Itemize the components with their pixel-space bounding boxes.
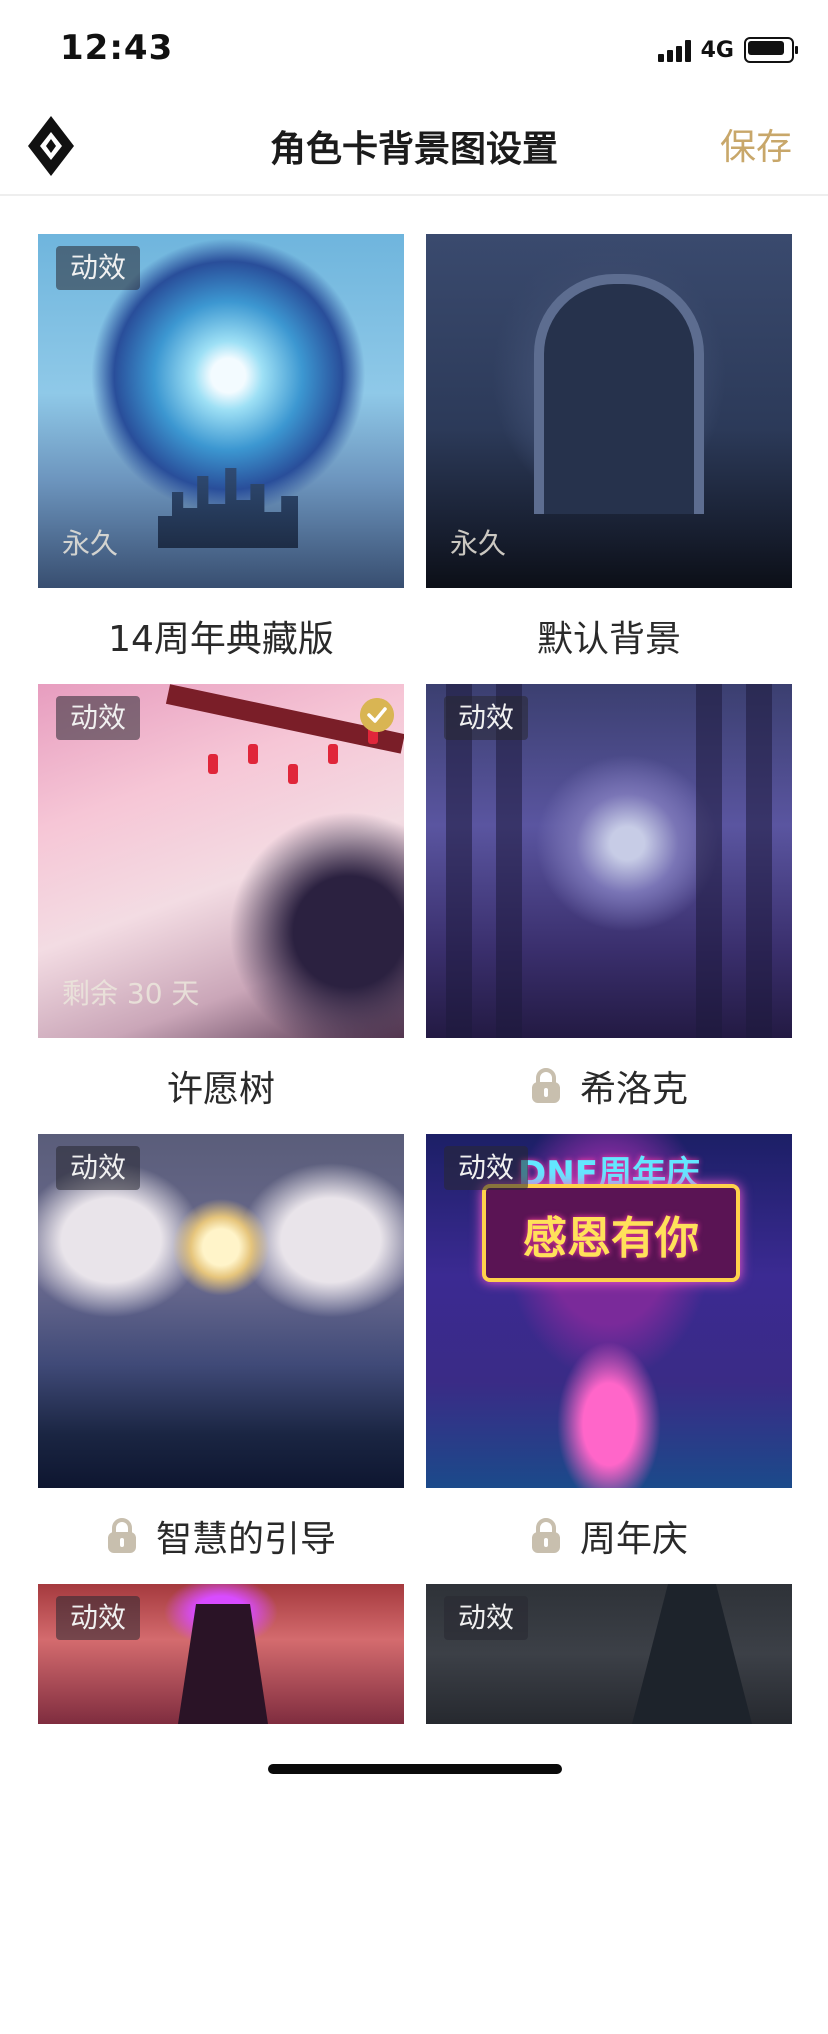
page-title: 角色卡背景图设置 (269, 129, 558, 170)
status-bar: 12:43 4G (0, 0, 828, 100)
card-title: 默认背景 (536, 619, 681, 660)
banner-main-text: 感恩有你 (523, 1213, 699, 1264)
lock-icon (107, 1518, 136, 1553)
card-title: 许愿树 (166, 1069, 275, 1110)
save-button[interactable]: 保存 (720, 118, 792, 170)
lock-icon (531, 1068, 560, 1103)
background-card[interactable]: 动效 (426, 1584, 792, 2034)
status-time: 12:43 (60, 28, 174, 68)
background-card[interactable]: 动效 希洛克 (426, 684, 792, 1134)
card-title-row: 周年庆 (426, 1506, 792, 1566)
card-thumbnail[interactable]: 动效 (426, 684, 792, 1038)
card-thumbnail[interactable]: 永久 (426, 234, 792, 588)
background-card[interactable]: 永久 默认背景 (426, 234, 792, 684)
lock-icon (531, 1518, 560, 1553)
dynamic-badge: 动效 (56, 1146, 141, 1190)
card-title-row: 智慧的引导 (38, 1506, 404, 1566)
dynamic-badge: 动效 (444, 1146, 529, 1190)
card-title-row: 许愿树 (38, 1056, 404, 1116)
network-label: 4G (700, 37, 734, 63)
card-title-row: 默认背景 (426, 606, 792, 666)
status-indicators: 4G (657, 36, 798, 64)
card-title: 智慧的引导 (155, 1519, 336, 1560)
card-title: 希洛克 (579, 1069, 688, 1110)
home-indicator[interactable] (268, 1764, 562, 1774)
background-card[interactable]: 动效 智慧的引导 (38, 1134, 404, 1584)
background-card[interactable]: 动效 (38, 1584, 404, 2034)
dynamic-badge: 动效 (56, 1596, 141, 1640)
card-title: 14周年典藏版 (108, 619, 334, 660)
card-title-row: 希洛克 (426, 1056, 792, 1116)
signal-icon (657, 38, 691, 62)
card-thumbnail[interactable]: 动效 永久 (38, 234, 404, 588)
duration-label: 永久 (450, 527, 507, 560)
background-card[interactable]: 动效 永久 14周年典藏版 (38, 234, 404, 684)
battery-icon (744, 37, 798, 63)
nav-header: 角色卡背景图设置 保存 (0, 100, 828, 196)
card-thumbnail[interactable]: 动效 (426, 1584, 792, 1724)
card-title: 周年庆 (579, 1519, 688, 1560)
dynamic-badge: 动效 (56, 246, 141, 290)
dynamic-badge: 动效 (444, 1596, 529, 1640)
dynamic-badge: 动效 (56, 696, 141, 740)
duration-label: 剩余 30 天 (62, 977, 200, 1010)
card-thumbnail[interactable]: 动效 (38, 1134, 404, 1488)
card-title-row: 14周年典藏版 (38, 606, 404, 666)
duration-label: 永久 (62, 527, 119, 560)
background-card[interactable]: DNF周年庆 感恩有你 动效 周年庆 (426, 1134, 792, 1584)
dynamic-badge: 动效 (444, 696, 529, 740)
check-icon (360, 698, 394, 732)
background-card[interactable]: 动效 剩余 30 天 许愿树 (38, 684, 404, 1134)
card-thumbnail[interactable]: DNF周年庆 感恩有你 动效 (426, 1134, 792, 1488)
neon-sign: 感恩有你 (482, 1184, 740, 1282)
card-thumbnail[interactable]: 动效 (38, 1584, 404, 1724)
card-thumbnail[interactable]: 动效 剩余 30 天 (38, 684, 404, 1038)
